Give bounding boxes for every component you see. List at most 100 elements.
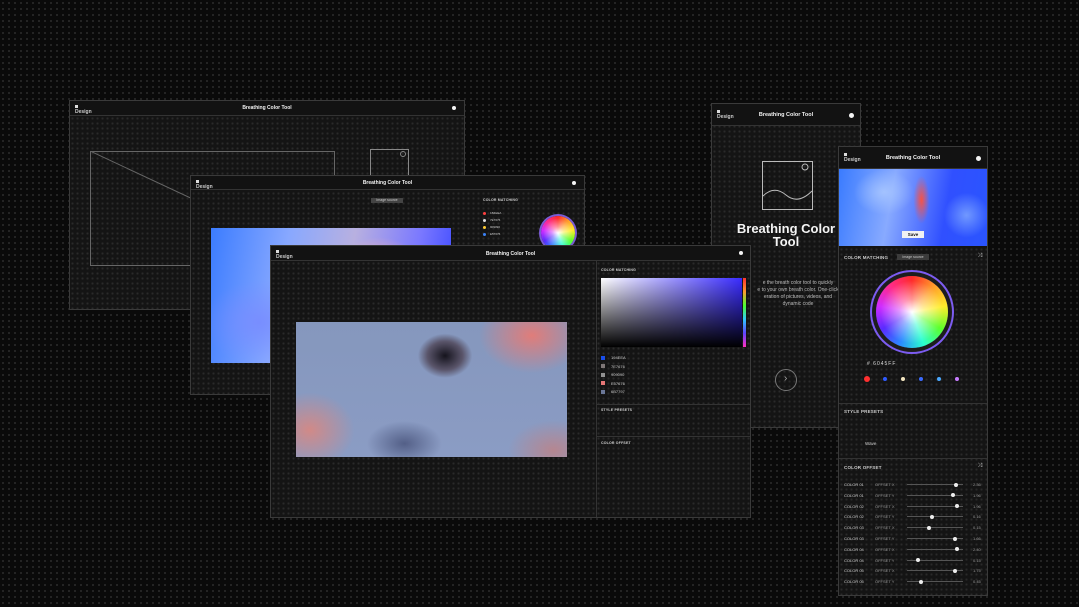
- hex-row[interactable]: 7E7676: [483, 218, 500, 222]
- window-title: Breathing Color Tool: [885, 155, 941, 161]
- chevron-right-icon: ›: [784, 373, 788, 384]
- offset-axis-label: OFFSET Y: [875, 514, 895, 520]
- color-swatch: [601, 389, 605, 394]
- hex-value: 6B7797: [611, 389, 625, 394]
- menu-dot-icon[interactable]: [739, 251, 743, 255]
- shuffle-icon[interactable]: ⤨: [977, 463, 982, 470]
- window-header: Design Breathing Color Tool: [839, 147, 987, 169]
- offset-value: 1.75: [973, 568, 981, 574]
- hex-value: 1B4EEA: [490, 211, 502, 215]
- offset-slider[interactable]: [907, 525, 963, 530]
- window-title: Breathing Color Tool: [242, 105, 292, 111]
- slider-knob[interactable]: [954, 482, 959, 487]
- hex-row[interactable]: 7E7676: [601, 364, 625, 369]
- offset-value: 1.66: [973, 536, 981, 541]
- hex-value: 194EEA: [611, 355, 626, 360]
- offset-slider[interactable]: [907, 558, 963, 563]
- image-source-button[interactable]: Image source: [371, 198, 403, 203]
- section-title-color-offset: COLOR OFFSET: [601, 441, 631, 445]
- menu-dot-icon[interactable]: [849, 113, 854, 118]
- color-swatch[interactable]: [937, 377, 941, 381]
- color-swatch[interactable]: [919, 377, 923, 381]
- offset-axis-label: OFFSET Y: [875, 557, 895, 563]
- slider-knob[interactable]: [955, 504, 960, 509]
- window-title: Breathing Color Tool: [485, 251, 536, 257]
- slider-knob[interactable]: [953, 536, 958, 541]
- offset-axis-label: OFFSET X: [875, 503, 895, 509]
- section-title-color-matching: COLOR MATCHING: [844, 255, 889, 260]
- color-swatch[interactable]: [883, 377, 887, 381]
- slider-knob[interactable]: [952, 568, 957, 573]
- offset-slider[interactable]: [907, 482, 963, 487]
- offset-color-label: COLOR 04: [844, 557, 864, 563]
- offset-value: 1.96: [973, 492, 981, 498]
- window-title: Breathing Color Tool: [758, 112, 814, 118]
- shuffle-icon[interactable]: ⤨: [977, 253, 982, 260]
- color-swatch[interactable]: [955, 377, 959, 381]
- section-title-color-matching: COLOR MATCHING: [601, 268, 637, 272]
- hex-row[interactable]: 909090: [483, 225, 500, 229]
- color-wheel[interactable]: [876, 276, 948, 348]
- save-button[interactable]: Save: [902, 231, 924, 238]
- right-panel: COLOR MATCHING 194EEA 7E7676 909090 E57676 6…: [596, 261, 750, 517]
- slider-knob[interactable]: [916, 558, 921, 563]
- offset-axis-label: OFFSET X: [875, 525, 895, 531]
- slider-knob[interactable]: [927, 525, 932, 530]
- hex-row[interactable]: 194EEA: [601, 355, 626, 360]
- menu-dot-icon[interactable]: [572, 181, 576, 185]
- offset-value: 0.15: [973, 525, 981, 531]
- window-title: Breathing Color Tool: [362, 180, 413, 186]
- offset-slider[interactable]: [907, 547, 963, 552]
- hex-value: E57676: [611, 380, 625, 386]
- slider-knob[interactable]: [954, 547, 959, 552]
- hex-row[interactable]: E57676: [601, 381, 625, 386]
- slider-knob[interactable]: [930, 514, 935, 519]
- offset-slider[interactable]: [907, 579, 963, 584]
- color-swatch: [601, 364, 605, 369]
- preview-image: [296, 322, 567, 457]
- offset-color-label: COLOR 05: [844, 579, 864, 585]
- hex-input[interactable]: # 6045FF: [867, 361, 896, 367]
- hex-value: 909090: [611, 372, 625, 377]
- hex-row[interactable]: 6B7797: [601, 389, 625, 394]
- offset-slider[interactable]: [907, 568, 963, 573]
- offset-axis-label: OFFSET X: [875, 546, 895, 552]
- hue-slider[interactable]: [743, 278, 746, 347]
- section-title-color-matching: COLOR MATCHING: [483, 198, 519, 202]
- divider: [839, 458, 987, 459]
- color-swatch: [483, 211, 486, 215]
- color-swatch[interactable]: [864, 376, 870, 382]
- preview-image: Save: [839, 169, 987, 246]
- window-main: Design Breathing Color Tool COLOR MATCHI…: [270, 245, 751, 518]
- color-swatch: [483, 225, 486, 229]
- color-swatch[interactable]: [901, 377, 905, 381]
- preset-selected[interactable]: Wave: [865, 441, 876, 446]
- window-header: Design Breathing Color Tool: [271, 246, 750, 261]
- menu-dot-icon[interactable]: [976, 156, 981, 161]
- slider-knob[interactable]: [919, 579, 923, 584]
- image-source-button[interactable]: Image source: [897, 254, 929, 260]
- offset-color-label: COLOR 03: [844, 536, 864, 541]
- offset-axis-label: OFFSET X: [875, 568, 895, 574]
- offset-slider[interactable]: [907, 536, 963, 541]
- hex-row[interactable]: 909090: [601, 372, 624, 377]
- offset-slider[interactable]: [907, 514, 963, 519]
- slider-knob[interactable]: [950, 493, 955, 498]
- menu-dot-icon[interactable]: [452, 106, 456, 110]
- offset-axis-label: OFFSET Y: [875, 536, 895, 541]
- color-picker-area[interactable]: [601, 278, 742, 347]
- image-placeholder-icon: [762, 161, 813, 210]
- color-swatch: [483, 232, 486, 236]
- offset-slider[interactable]: [907, 493, 963, 498]
- hex-row[interactable]: E57676: [483, 232, 500, 236]
- wireframe-thumb-icon: [370, 149, 409, 176]
- start-arrow-button[interactable]: ›: [775, 369, 797, 391]
- offset-axis-label: OFFSET Y: [875, 579, 895, 585]
- offset-color-label: COLOR 03: [844, 525, 864, 531]
- hex-row[interactable]: 1B4EEA: [483, 211, 501, 215]
- divider: [839, 403, 987, 404]
- offset-slider[interactable]: [907, 504, 963, 509]
- window-header: Design Breathing Color Tool: [712, 104, 860, 126]
- section-title-style-presets: STYLE PRESETS: [844, 409, 884, 414]
- hex-value: 7E7676: [490, 218, 501, 222]
